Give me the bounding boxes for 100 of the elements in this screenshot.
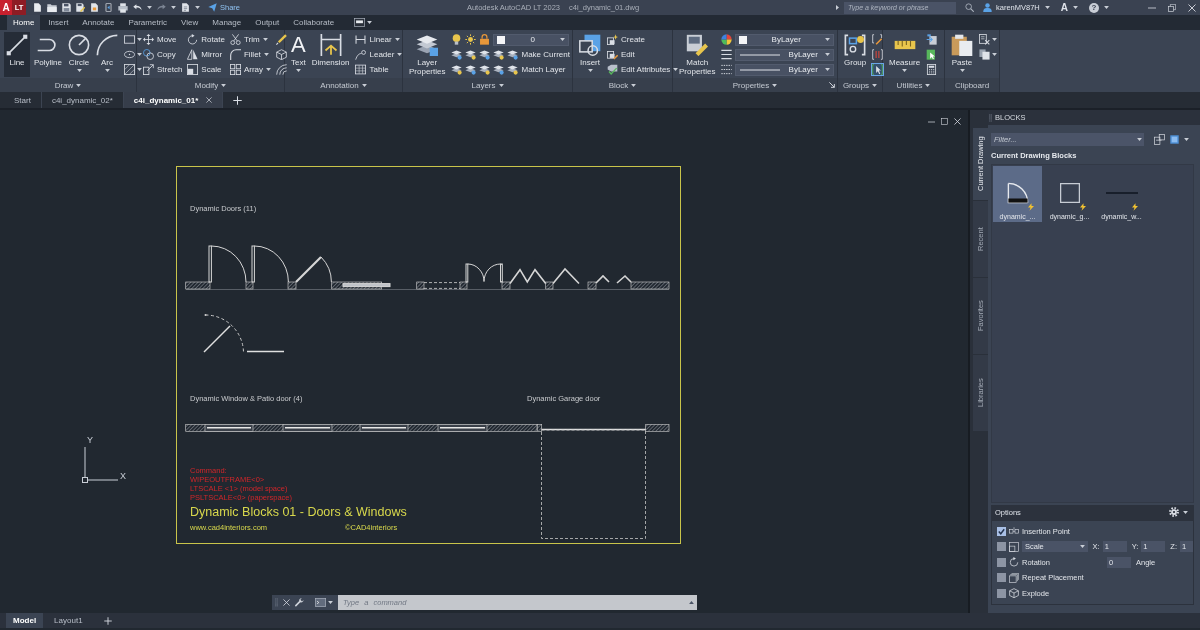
sheet-with-pointer-icon[interactable] bbox=[926, 49, 938, 60]
tool-button[interactable]: Fillet bbox=[229, 47, 269, 62]
caret-icon[interactable] bbox=[1073, 6, 1078, 9]
caret-icon[interactable] bbox=[1184, 138, 1189, 141]
layer-icon[interactable] bbox=[493, 49, 505, 60]
sheet-with-lines-icon[interactable] bbox=[181, 3, 190, 12]
file-tab[interactable]: Start bbox=[4, 92, 42, 108]
sun-icon[interactable] bbox=[465, 34, 477, 45]
file-tab[interactable]: c4i_dynamic_01* bbox=[123, 92, 224, 108]
settings-icon[interactable] bbox=[1169, 507, 1179, 517]
close-icon[interactable] bbox=[206, 97, 213, 103]
tool-button[interactable]: Circle bbox=[66, 32, 92, 77]
color-wheel-icon[interactable] bbox=[721, 34, 733, 45]
tool-button[interactable]: Measure bbox=[887, 32, 923, 77]
checkbox[interactable] bbox=[997, 542, 1006, 552]
window-icon[interactable] bbox=[354, 17, 366, 28]
dropdown[interactable]: ByLayer bbox=[735, 33, 834, 46]
caret-icon[interactable] bbox=[1044, 6, 1050, 9]
caret-icon[interactable] bbox=[836, 5, 839, 10]
drawing-canvas[interactable] bbox=[0, 110, 968, 613]
two-sheets-icon[interactable] bbox=[979, 49, 990, 60]
plus-icon[interactable] bbox=[103, 616, 112, 625]
folder-icon[interactable] bbox=[47, 2, 57, 13]
close-icon[interactable] bbox=[954, 118, 961, 125]
ribbon-tab[interactable]: View bbox=[175, 15, 205, 30]
tool-button[interactable]: Edit bbox=[607, 47, 635, 62]
tool-button[interactable]: Stretch bbox=[143, 62, 183, 77]
tool-button[interactable]: Make Current bbox=[507, 47, 570, 62]
tool-button[interactable]: Paste bbox=[949, 32, 975, 77]
tool-button[interactable]: Edit Attributes bbox=[607, 62, 679, 77]
lightbulb-icon[interactable] bbox=[451, 34, 463, 45]
caret-icon[interactable] bbox=[147, 6, 152, 9]
layer-icon[interactable] bbox=[493, 64, 505, 75]
caret-icon[interactable] bbox=[328, 601, 333, 604]
ellipse-icon[interactable] bbox=[124, 49, 135, 60]
maximize-icon[interactable] bbox=[941, 118, 948, 125]
layout-tab[interactable]: Layout1 bbox=[47, 613, 90, 628]
sheet-with-cross-icon[interactable] bbox=[979, 34, 990, 45]
caret-icon[interactable] bbox=[137, 38, 142, 41]
tool-button[interactable]: Linear bbox=[355, 32, 400, 47]
tool-button[interactable]: Insert bbox=[577, 32, 603, 77]
layer-icon[interactable] bbox=[479, 49, 491, 60]
tool-button[interactable]: Copy bbox=[143, 47, 176, 62]
tool-button[interactable]: Polyline bbox=[32, 32, 64, 77]
panel-title[interactable]: Draw bbox=[0, 78, 136, 92]
caret-icon[interactable] bbox=[137, 68, 142, 71]
calculator-icon[interactable] bbox=[926, 64, 938, 75]
brackets-with-bars-icon[interactable] bbox=[872, 49, 884, 60]
close-icon[interactable] bbox=[283, 599, 290, 606]
caret-icon[interactable] bbox=[367, 21, 373, 24]
layer-icon[interactable] bbox=[479, 64, 491, 75]
panel-title[interactable]: Layers bbox=[403, 78, 572, 92]
history-button[interactable] bbox=[686, 595, 697, 610]
tool-button[interactable]: Line bbox=[4, 32, 30, 77]
tool-button[interactable]: Trim bbox=[229, 32, 268, 47]
caret-icon[interactable] bbox=[137, 53, 142, 56]
minimize-icon[interactable] bbox=[928, 120, 935, 123]
tool-button[interactable]: Create bbox=[607, 32, 645, 47]
help-button[interactable]: ? bbox=[1089, 2, 1099, 13]
tool-button[interactable]: Match Properties bbox=[677, 32, 718, 77]
panel-title[interactable]: Properties bbox=[673, 78, 837, 92]
tool-button[interactable]: Scale bbox=[187, 62, 222, 77]
ribbon-tab[interactable]: Parametric bbox=[122, 15, 174, 30]
dashed-lines-icon[interactable] bbox=[721, 64, 733, 75]
blank-sheet-icon[interactable] bbox=[33, 3, 42, 12]
checkbox[interactable] bbox=[997, 573, 1006, 583]
caret-icon[interactable] bbox=[171, 6, 176, 9]
tool-button[interactable]: Arc bbox=[94, 32, 120, 77]
phone-icon[interactable] bbox=[104, 3, 113, 12]
tool-button[interactable]: Match Layer bbox=[507, 62, 566, 77]
search-icon[interactable] bbox=[965, 3, 974, 12]
redo-icon[interactable] bbox=[157, 3, 166, 12]
checkbox[interactable] bbox=[997, 526, 1006, 536]
dropdown[interactable]: 0 bbox=[493, 33, 569, 46]
tool-button[interactable]: Array bbox=[229, 62, 272, 77]
printer-icon[interactable] bbox=[118, 2, 128, 13]
checkbox[interactable] bbox=[997, 588, 1006, 598]
caret-icon[interactable] bbox=[992, 38, 997, 41]
ribbon-tab[interactable]: Annotate bbox=[76, 15, 121, 30]
panel-title[interactable]: Clipboard bbox=[945, 78, 999, 92]
caret-icon[interactable] bbox=[195, 6, 200, 9]
dropdown[interactable]: ByLayer bbox=[735, 63, 834, 76]
tool-button[interactable]: Layer Properties bbox=[407, 32, 448, 77]
caret-icon[interactable] bbox=[1104, 6, 1109, 9]
cursor-in-brackets-icon[interactable] bbox=[872, 64, 884, 75]
ribbon-tab[interactable]: Manage bbox=[206, 15, 248, 30]
hatched-square-icon[interactable] bbox=[124, 64, 135, 75]
apps-button[interactable]: A bbox=[1060, 2, 1068, 13]
cube-icon[interactable] bbox=[276, 49, 288, 60]
panel-title[interactable]: Utilities bbox=[883, 78, 944, 92]
panel-title[interactable]: Groups bbox=[838, 78, 882, 92]
ribbon-tab[interactable]: Output bbox=[249, 15, 286, 30]
dropdown[interactable]: ByLayer bbox=[735, 48, 834, 61]
dropdown-button[interactable] bbox=[1134, 133, 1144, 146]
square-tile-icon[interactable] bbox=[1170, 135, 1179, 144]
layer-icon[interactable] bbox=[451, 49, 463, 60]
close-icon[interactable] bbox=[1188, 3, 1196, 12]
checkbox[interactable] bbox=[997, 557, 1006, 567]
grip-icon[interactable] bbox=[989, 112, 992, 123]
ribbon-tab[interactable]: Home bbox=[7, 15, 41, 30]
